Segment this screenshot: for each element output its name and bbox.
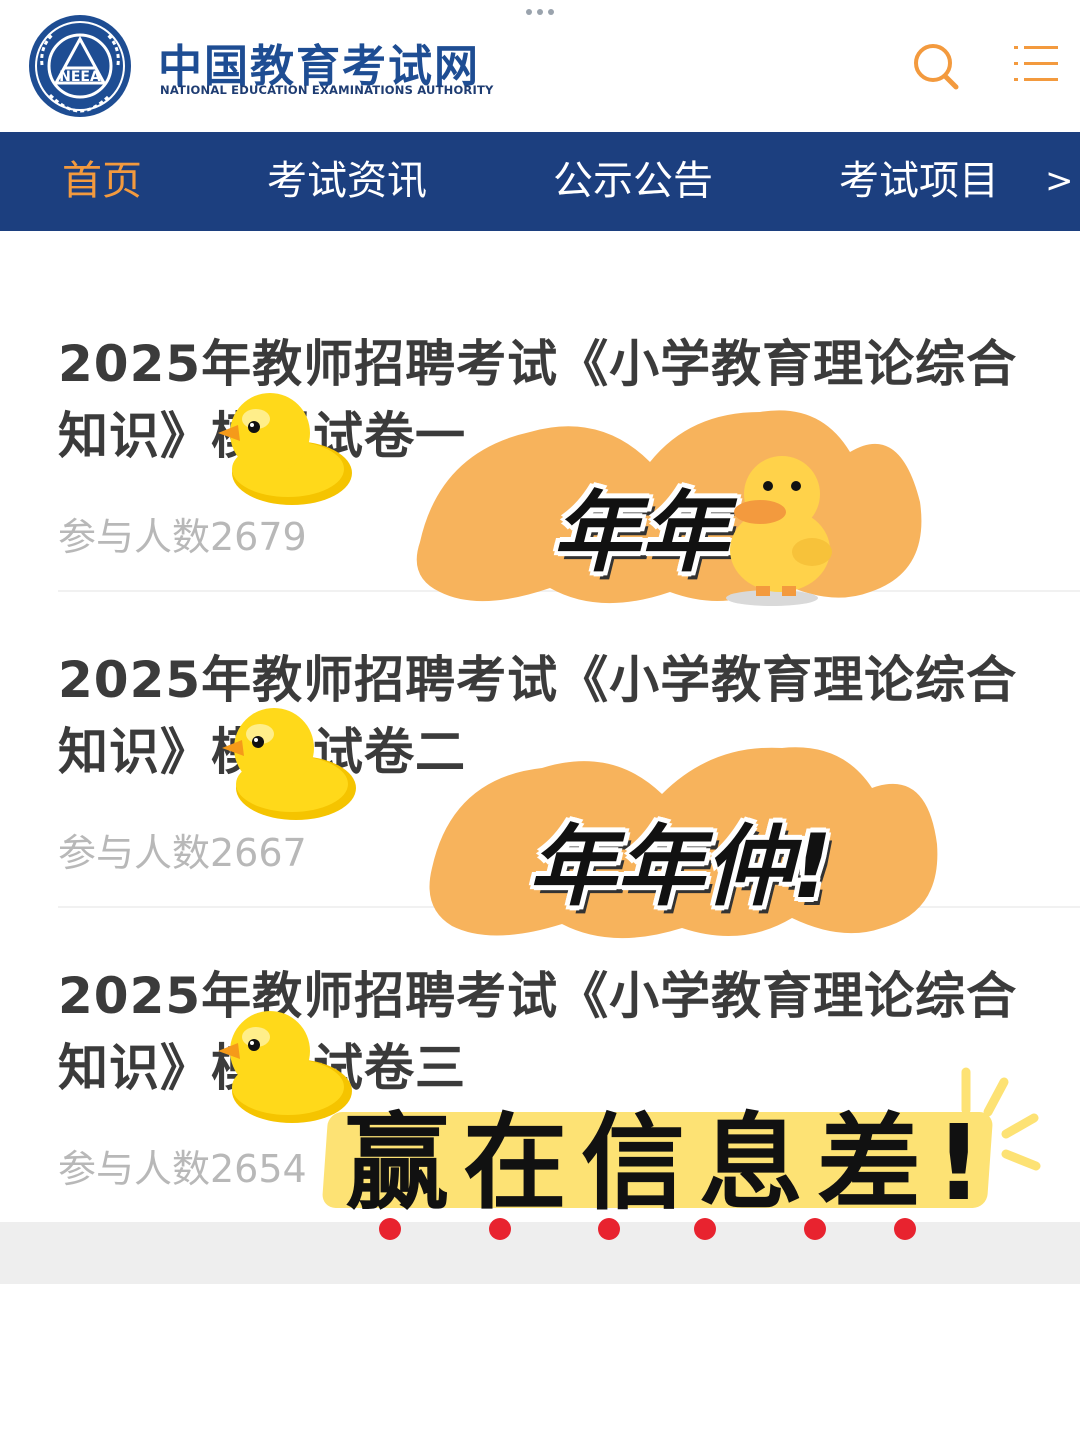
nav-item-announcements[interactable]: 公示公告 bbox=[553, 132, 713, 231]
decorative-dot bbox=[804, 1218, 826, 1240]
article-participants: 参与人数2654 bbox=[58, 1147, 307, 1191]
decorative-dot bbox=[894, 1218, 916, 1240]
logo-text: NEEA bbox=[59, 69, 101, 85]
site-header: NEEA 中国教育考试网 NATIONAL EDUCATION EXAMINAT… bbox=[0, 0, 1080, 132]
article-participants: 参与人数2667 bbox=[58, 831, 307, 875]
rubber-duck-sticker-icon bbox=[218, 393, 352, 505]
neea-logo-icon[interactable]: NEEA bbox=[26, 13, 134, 119]
rubber-duck-sticker-icon bbox=[218, 1011, 352, 1123]
banner-text: 赢在信息差! bbox=[345, 1102, 997, 1224]
menu-button[interactable] bbox=[1010, 40, 1062, 88]
page-bottom-band bbox=[0, 1222, 1080, 1284]
search-button[interactable] bbox=[908, 38, 964, 94]
nav-item-exam-news[interactable]: 考试资讯 bbox=[267, 132, 427, 231]
sticker-text-1: 年年 bbox=[552, 481, 729, 584]
menu-icon bbox=[1014, 46, 1058, 81]
sticker-text-2: 年年仲! bbox=[528, 815, 833, 918]
rubber-duck-sticker-icon bbox=[222, 708, 356, 820]
nav-item-exam-projects[interactable]: 考试项目 bbox=[839, 132, 999, 231]
decorative-dot bbox=[598, 1218, 620, 1240]
search-icon bbox=[914, 44, 959, 90]
nav-scroll-next-button[interactable]: > bbox=[1045, 132, 1074, 231]
brand-subtitle: NATIONAL EDUCATION EXAMINATIONS AUTHORIT… bbox=[160, 83, 494, 97]
decorative-dot bbox=[379, 1218, 401, 1240]
nav-item-home[interactable]: 首页 bbox=[62, 132, 142, 231]
article-participants: 参与人数2679 bbox=[58, 515, 307, 559]
decorative-dot bbox=[489, 1218, 511, 1240]
decorative-dot bbox=[694, 1218, 716, 1240]
main-nav: 首页 考试资讯 公示公告 考试项目 > bbox=[0, 132, 1080, 231]
cartoon-duck-icon bbox=[726, 456, 832, 606]
sparkle-lines-icon bbox=[961, 1067, 1041, 1171]
